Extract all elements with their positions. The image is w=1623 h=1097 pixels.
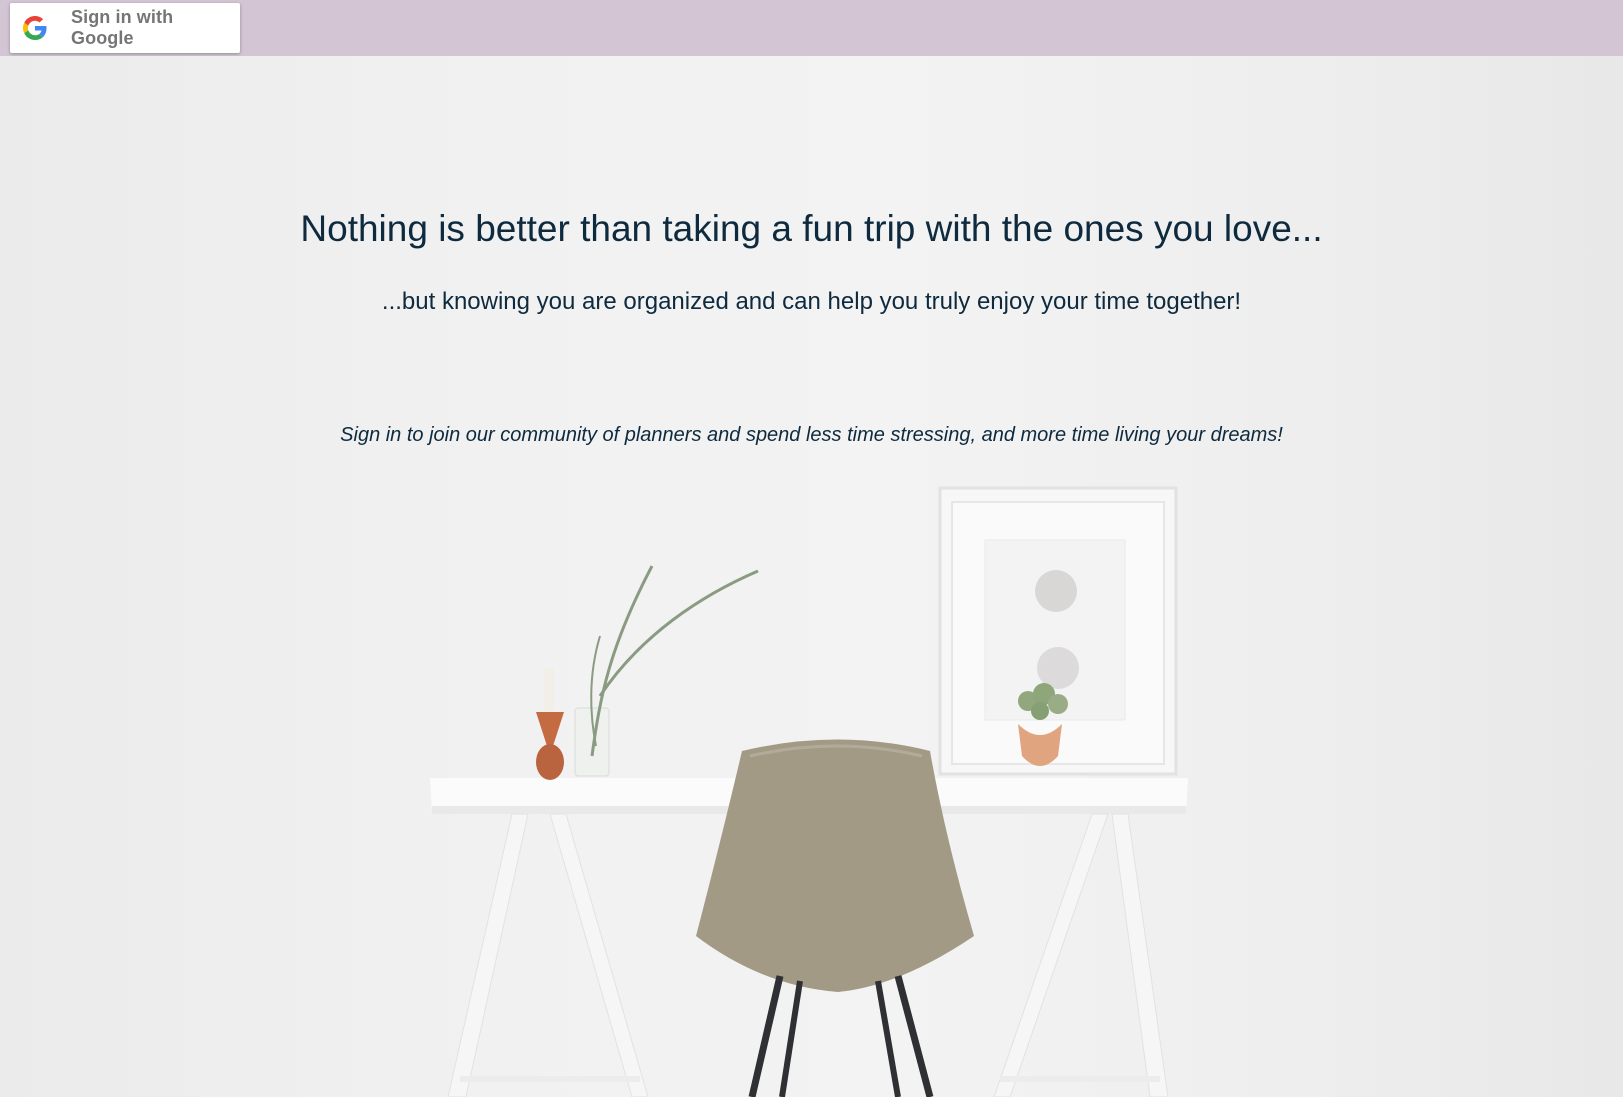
hero-tagline: Sign in to join our community of planner… xyxy=(340,424,1283,446)
top-bar: Sign in with Google xyxy=(0,0,1623,56)
candle-holder xyxy=(536,668,564,780)
eucalyptus-vase xyxy=(574,565,759,777)
hero-subline: ...but knowing you are organized and can… xyxy=(381,288,1242,315)
hero-headline: Nothing is better than taking a fun trip… xyxy=(300,208,1323,249)
hero-section: Nothing is better than taking a fun trip… xyxy=(0,56,1623,1097)
chair xyxy=(696,739,974,1097)
sign-in-label: Sign in with Google xyxy=(71,7,174,48)
google-g-icon xyxy=(23,16,47,40)
sign-in-with-google-button[interactable]: Sign in with Google xyxy=(10,3,240,53)
